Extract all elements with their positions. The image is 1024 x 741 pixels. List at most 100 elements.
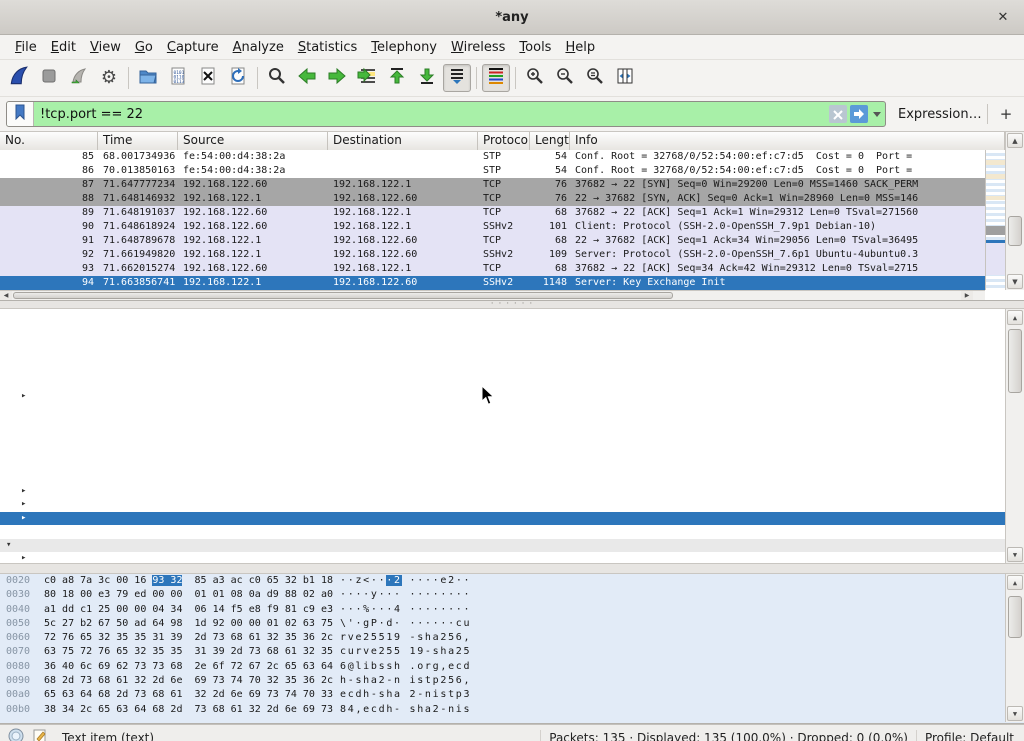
detail-line[interactable]: Acknowledgment number: 34 (relative ack … xyxy=(0,363,1024,377)
auto-scroll-button[interactable] xyxy=(443,64,471,92)
menu-item[interactable]: Go xyxy=(128,38,160,57)
close-window-button[interactable]: ✕ xyxy=(994,8,1012,26)
scrollbar-thumb[interactable] xyxy=(13,292,673,299)
scroll-up-icon[interactable] xyxy=(1007,133,1023,148)
menu-item[interactable]: Analyze xyxy=(226,38,291,57)
column-header-time[interactable]: Time xyxy=(98,132,178,150)
detail-line[interactable]: ▸ [Timestamps] xyxy=(0,512,1024,526)
display-filter-input[interactable] xyxy=(34,107,829,122)
detail-line[interactable]: Window size value: 227 xyxy=(0,404,1024,418)
filter-history-dropdown[interactable] xyxy=(871,105,883,123)
scroll-up-icon[interactable] xyxy=(1007,575,1023,590)
expander-icon[interactable]: ▸ xyxy=(21,498,26,512)
hex-row[interactable]: 0020 c0 a8 7a 3c 00 16 93 32 85 a3 ac c0… xyxy=(0,574,1024,588)
filter-apply-button[interactable] xyxy=(850,105,868,123)
close-file-button[interactable] xyxy=(194,64,222,92)
add-filter-button[interactable]: + xyxy=(996,105,1016,123)
detail-line[interactable]: [Checksum Status: Unverified] xyxy=(0,458,1024,472)
packet-row[interactable]: 85 68.001734936 fe:54:00:d4:38:2a STP 54… xyxy=(0,150,985,164)
hex-row[interactable]: 00b0 38 34 2c 65 63 64 68 2d 73 68 61 32… xyxy=(0,703,1024,717)
filter-clear-button[interactable] xyxy=(829,105,847,123)
detail-line[interactable]: ▸ Options: (12 bytes), No-Operation (NOP… xyxy=(0,485,1024,499)
packet-row[interactable]: 90 71.648618924 192.168.122.60 192.168.1… xyxy=(0,220,985,234)
open-file-button[interactable] xyxy=(134,64,162,92)
detail-line[interactable]: ▸ SSH Version 2 (encryption:chacha20-pol… xyxy=(0,552,1024,563)
detail-line[interactable]: Checksum: 0x79ed [unverified] xyxy=(0,444,1024,458)
packet-row[interactable]: 91 71.648789678 192.168.122.1 192.168.12… xyxy=(0,234,985,248)
menu-item[interactable]: Capture xyxy=(160,38,226,57)
packet-row[interactable]: 86 70.013850163 fe:54:00:d4:38:2a STP 54… xyxy=(0,164,985,178)
packet-list-vertical-scrollbar[interactable] xyxy=(1005,132,1024,290)
menu-item[interactable]: Edit xyxy=(44,38,83,57)
go-last-packet-button[interactable] xyxy=(413,64,441,92)
menu-item[interactable]: File xyxy=(8,38,44,57)
detail-line[interactable]: [Calculated window size: 29056] xyxy=(0,417,1024,431)
column-header-source[interactable]: Source xyxy=(178,132,328,150)
go-back-button[interactable] xyxy=(293,64,321,92)
zoom-in-button[interactable] xyxy=(521,64,549,92)
zoom-out-button[interactable] xyxy=(551,64,579,92)
bytes-vertical-scrollbar[interactable] xyxy=(1005,574,1024,722)
menu-item[interactable]: Statistics xyxy=(291,38,364,57)
scrollbar-thumb[interactable] xyxy=(1008,596,1022,638)
go-to-packet-button[interactable] xyxy=(353,64,381,92)
expander-icon[interactable]: ▸ xyxy=(21,390,26,404)
column-header-no[interactable]: No. xyxy=(0,132,98,150)
hex-row[interactable]: 0060 72 76 65 32 35 35 31 39 2d 73 68 61… xyxy=(0,631,1024,645)
hex-row[interactable]: 0040 a1 dd c1 25 00 00 04 34 06 14 f5 e8… xyxy=(0,603,1024,617)
expander-icon[interactable]: ▸ xyxy=(21,485,26,499)
hex-row[interactable]: 0080 36 40 6c 69 62 73 73 68 2e 6f 72 67… xyxy=(0,660,1024,674)
find-packet-button[interactable] xyxy=(263,64,291,92)
expander-icon[interactable]: ▸ xyxy=(21,512,26,526)
capture-options-button[interactable]: ⚙ xyxy=(95,64,123,92)
menu-item[interactable]: Wireless xyxy=(444,38,512,57)
reload-file-button[interactable] xyxy=(224,64,252,92)
detail-line[interactable]: [Stream index: 0] xyxy=(0,309,1024,323)
expression-button[interactable]: Expression… xyxy=(898,107,982,122)
scroll-down-icon[interactable] xyxy=(1007,706,1023,721)
zoom-original-button[interactable] xyxy=(581,64,609,92)
detail-line[interactable]: Sequence number: 42 (relative sequence n… xyxy=(0,336,1024,350)
capture-comment-button[interactable] xyxy=(32,728,48,741)
status-profile[interactable]: Profile: Default xyxy=(925,731,1014,741)
stop-capture-button[interactable] xyxy=(35,64,63,92)
restart-capture-button[interactable] xyxy=(65,64,93,92)
detail-line[interactable]: [Window size scaling factor: 128] xyxy=(0,431,1024,445)
packet-row[interactable]: 89 71.648191037 192.168.122.60 192.168.1… xyxy=(0,206,985,220)
scroll-down-icon[interactable] xyxy=(1007,547,1023,562)
intelligent-scrollbar-minimap[interactable] xyxy=(985,150,1005,290)
packet-row[interactable]: 93 71.662015274 192.168.122.60 192.168.1… xyxy=(0,262,985,276)
detail-line[interactable]: TCP payload (1080 bytes) xyxy=(0,525,1024,539)
pane-splitter[interactable] xyxy=(0,563,1024,574)
column-header-destination[interactable]: Destination xyxy=(328,132,478,150)
detail-line[interactable]: Urgent pointer: 0 xyxy=(0,471,1024,485)
scroll-up-icon[interactable] xyxy=(1007,310,1023,325)
packet-row[interactable]: 87 71.647777234 192.168.122.60 192.168.1… xyxy=(0,178,985,192)
start-capture-button[interactable] xyxy=(5,64,33,92)
expander-icon[interactable]: ▸ xyxy=(21,552,26,563)
hex-row[interactable]: 0050 5c 27 b2 67 50 ad 64 98 1d 92 00 00… xyxy=(0,617,1024,631)
resize-columns-button[interactable] xyxy=(611,64,639,92)
filter-bookmark-button[interactable] xyxy=(7,102,34,126)
details-vertical-scrollbar[interactable] xyxy=(1005,309,1024,563)
hex-row[interactable]: 0090 68 2d 73 68 61 32 2d 6e 69 73 74 70… xyxy=(0,674,1024,688)
column-header-info[interactable]: Info xyxy=(570,132,1005,150)
detail-line[interactable]: ▾ SSH Protocol xyxy=(0,539,1024,553)
packet-row[interactable]: 92 71.661949820 192.168.122.1 192.168.12… xyxy=(0,248,985,262)
menu-item[interactable]: Telephony xyxy=(364,38,444,57)
hex-row[interactable]: 0070 63 75 72 76 65 32 35 35 31 39 2d 73… xyxy=(0,645,1024,659)
detail-line[interactable]: ▸ [SEQ/ACK analysis] xyxy=(0,498,1024,512)
packet-list-horizontal-scrollbar[interactable] xyxy=(0,290,985,300)
scroll-right-icon[interactable] xyxy=(961,291,973,300)
packet-row[interactable]: 94 71.663856741 192.168.122.1 192.168.12… xyxy=(0,276,985,290)
go-first-packet-button[interactable] xyxy=(383,64,411,92)
scroll-down-icon[interactable] xyxy=(1007,274,1023,289)
column-header-length[interactable]: Length xyxy=(530,132,570,150)
expander-icon[interactable]: ▾ xyxy=(6,539,11,553)
packet-row[interactable]: 88 71.648146932 192.168.122.1 192.168.12… xyxy=(0,192,985,206)
scrollbar-thumb[interactable] xyxy=(1008,329,1022,393)
pane-splitter[interactable] xyxy=(0,301,1024,309)
detail-line[interactable]: ▸ Flags: 0x018 (PSH, ACK) xyxy=(0,390,1024,404)
colorize-button[interactable] xyxy=(482,64,510,92)
scrollbar-thumb[interactable] xyxy=(1008,216,1022,246)
